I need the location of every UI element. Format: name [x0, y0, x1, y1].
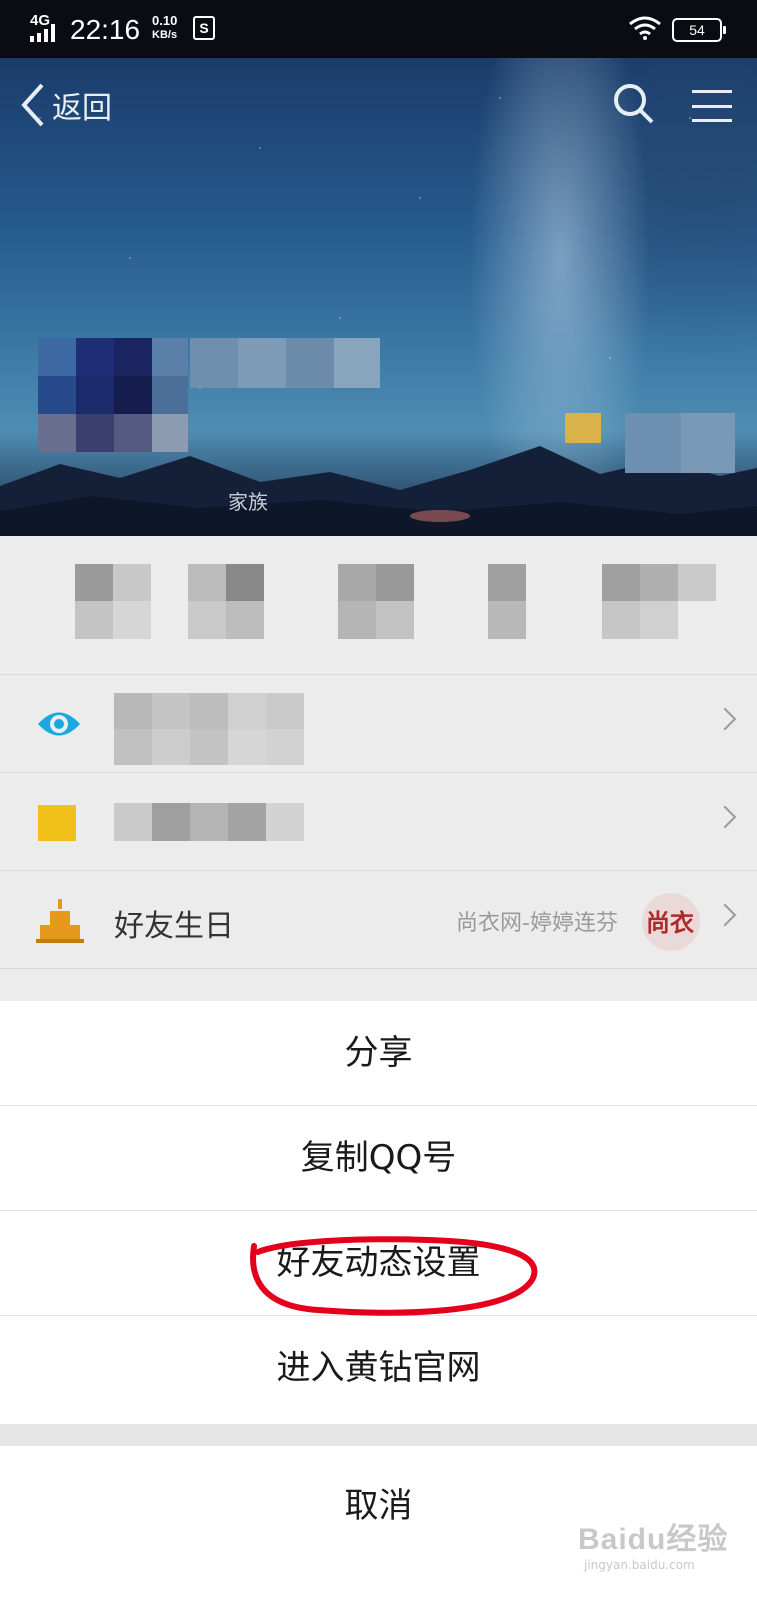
name-mosaic	[190, 338, 380, 388]
watermark-url: jingyan.baidu.com	[584, 1558, 695, 1572]
avatar-mosaic	[38, 338, 188, 488]
share-button[interactable]: 分享	[0, 1001, 757, 1106]
list-item[interactable]	[0, 772, 757, 871]
watermark: Baidu经验 jingyan.baidu.com	[578, 1514, 728, 1572]
badge-mosaic	[565, 413, 735, 473]
clock: 22:16	[70, 14, 141, 45]
status-bar: 4G 22:16 0.10 KB/s S 54	[0, 0, 757, 58]
menu-icon[interactable]	[692, 88, 732, 124]
thumbnail-logo-text: 尚衣	[646, 909, 694, 937]
chevron-left-icon	[21, 83, 44, 127]
copy-qq-number-button[interactable]: 复制QQ号	[0, 1106, 757, 1211]
row-label-mosaic	[114, 803, 304, 841]
row-label: 好友生日	[114, 909, 234, 944]
profile-content: 好友生日 尚衣网-婷婷连芬 尚衣	[0, 536, 757, 1001]
wifi-icon	[629, 16, 661, 40]
sheet-divider	[0, 1424, 757, 1446]
eye-icon	[38, 712, 80, 736]
network-speed-value: 0.10	[152, 13, 178, 28]
cake-icon	[36, 899, 84, 943]
search-icon[interactable]	[612, 82, 656, 126]
chevron-right-icon	[713, 707, 737, 731]
chevron-right-icon	[713, 903, 737, 927]
friend-thumbnail: 尚衣	[642, 893, 700, 951]
list-item	[0, 968, 757, 1001]
network-speed-unit: KB/s	[152, 29, 178, 41]
back-button[interactable]: 返回	[18, 82, 112, 128]
back-label: 返回	[52, 91, 112, 126]
family-tag: 家族	[228, 490, 268, 514]
friend-feed-settings-button[interactable]: 好友动态设置	[0, 1211, 757, 1316]
network-speed: 0.10 KB/s	[152, 14, 177, 42]
row-label-mosaic	[114, 693, 304, 765]
action-sheet: 分享 复制QQ号 好友动态设置 进入黄钻官网 取消	[0, 1001, 757, 1600]
list-item-birthday[interactable]: 好友生日 尚衣网-婷婷连芬 尚衣	[0, 870, 757, 969]
battery-indicator: 54	[672, 18, 726, 42]
list-item[interactable]	[0, 674, 757, 773]
chevron-right-icon	[713, 805, 737, 829]
stats-mosaic	[50, 564, 730, 639]
square-icon	[38, 805, 76, 841]
watermark-brand: Baidu经验	[578, 1523, 729, 1556]
row-sub-text: 尚衣网-婷婷连芬	[456, 911, 618, 936]
profile-cover: 家族	[0, 58, 757, 536]
signal-icon	[30, 24, 55, 42]
screenshot-icon: S	[193, 16, 215, 40]
yellow-diamond-site-button[interactable]: 进入黄钻官网	[0, 1316, 757, 1420]
